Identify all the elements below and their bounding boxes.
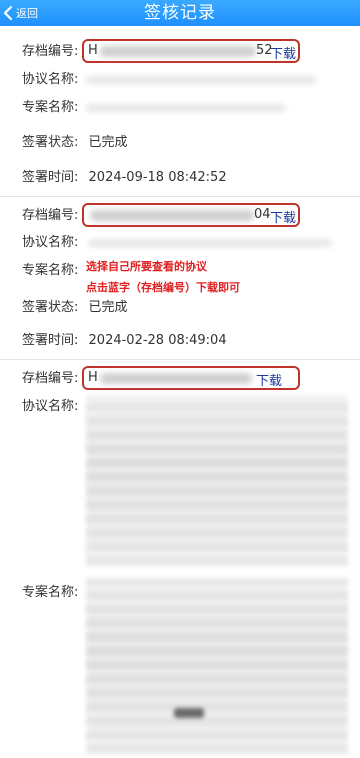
archive-no-label: 存档编号: — [22, 371, 79, 386]
record-card: 存档编号: H 下载 协议名称: 专案名称: — [0, 360, 360, 758]
archive-no-suffix[interactable]: 04 — [254, 207, 271, 222]
sign-time-row: 签署时间: 2024-09-18 08:42:52 — [22, 169, 227, 187]
project-name-label: 专案名称: — [22, 585, 79, 600]
annotation-note-line2: 点击蓝字（存档编号）下载即可 — [86, 281, 240, 294]
sign-time-label: 签署时间: — [22, 333, 79, 348]
download-link[interactable]: 下载 — [270, 207, 296, 226]
archive-no-redacted — [100, 46, 256, 57]
archive-no-highlight-box: H 下载 — [82, 366, 300, 390]
agreement-name-row: 协议名称: — [22, 398, 78, 416]
archive-no-redacted — [100, 373, 252, 384]
agreement-name-row: 协议名称: — [22, 234, 78, 252]
sign-status-label: 签署状态: — [22, 300, 79, 315]
archive-no-row: 存档编号: — [22, 43, 78, 61]
archive-no-prefix: H — [88, 43, 98, 58]
project-name-label: 专案名称: — [22, 100, 79, 115]
download-link[interactable]: 下载 — [270, 43, 296, 62]
sign-status-value: 已完成 — [88, 300, 128, 315]
sign-time-value: 2024-09-18 08:42:52 — [88, 170, 227, 185]
archive-no-row: 存档编号: — [22, 370, 78, 388]
agreement-name-label: 协议名称: — [22, 235, 79, 250]
redacted-image-fragment — [174, 708, 204, 718]
agreement-name-redacted — [86, 396, 348, 566]
annotation-note-line1: 选择自己所要查看的协议 — [86, 260, 207, 273]
sign-status-row: 签署状态: 已完成 — [22, 134, 128, 152]
sign-status-label: 签署状态: — [22, 135, 79, 150]
download-link[interactable]: 下载 — [256, 370, 282, 389]
project-name-redacted — [86, 104, 286, 112]
record-card: 存档编号: 04 下载 协议名称: 专案名称: 选择自己所要查看的协议 点击蓝字… — [0, 197, 360, 357]
agreement-name-row: 协议名称: — [22, 71, 78, 89]
sign-time-value: 2024-02-28 08:49:04 — [88, 333, 227, 348]
sign-status-row: 签署状态: 已完成 — [22, 299, 128, 317]
project-name-row: 专案名称: — [22, 99, 78, 117]
agreement-name-redacted — [88, 239, 332, 247]
record-card: 存档编号: H 52 下载 协议名称: 专案名称: 签署状态: 已完成 签署时间… — [0, 0, 360, 193]
archive-no-label: 存档编号: — [22, 44, 79, 59]
archive-no-highlight-box: H 52 下载 — [82, 39, 300, 63]
archive-no-label: 存档编号: — [22, 208, 79, 223]
project-name-row: 专案名称: — [22, 584, 78, 602]
archive-no-prefix: H — [88, 370, 98, 385]
sign-time-row: 签署时间: 2024-02-28 08:49:04 — [22, 332, 227, 350]
agreement-name-label: 协议名称: — [22, 399, 79, 414]
sign-time-label: 签署时间: — [22, 170, 79, 185]
agreement-name-label: 协议名称: — [22, 72, 79, 87]
archive-no-highlight-box: 04 下载 — [82, 203, 300, 227]
agreement-name-redacted — [86, 76, 316, 84]
archive-no-row: 存档编号: — [22, 207, 78, 225]
sign-status-value: 已完成 — [88, 135, 128, 150]
project-name-row: 专案名称: — [22, 262, 78, 280]
project-name-redacted — [86, 578, 348, 754]
project-name-label: 专案名称: — [22, 263, 79, 278]
archive-no-redacted — [90, 210, 254, 221]
